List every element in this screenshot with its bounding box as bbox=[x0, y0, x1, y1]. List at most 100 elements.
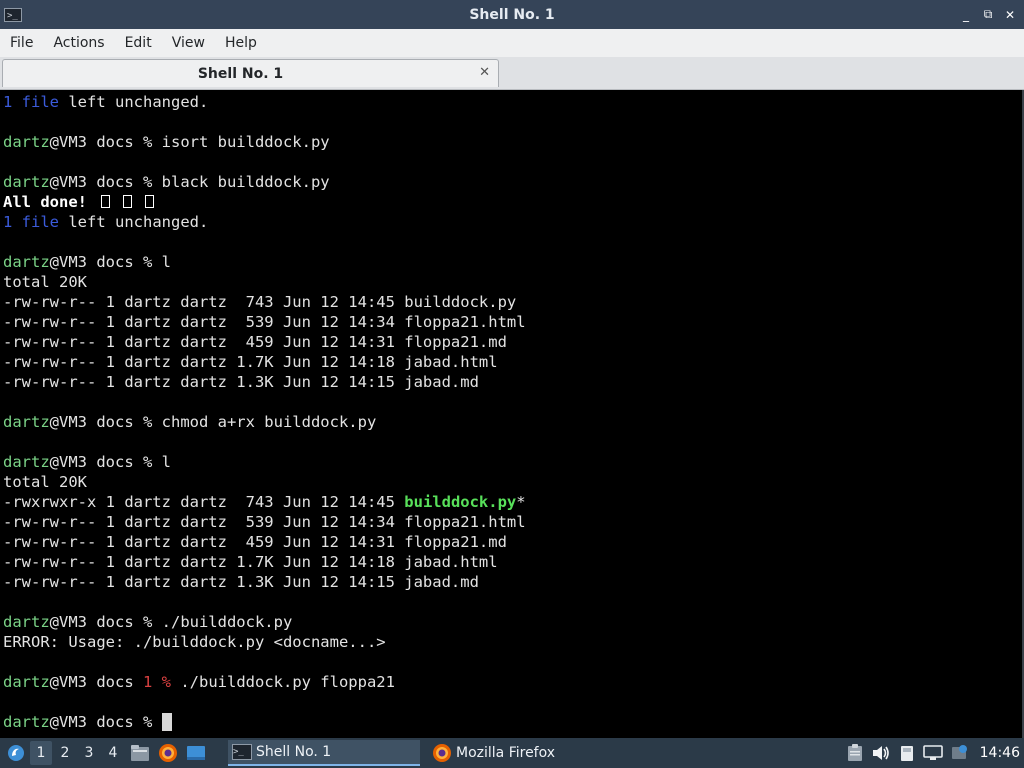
terminal-line: -rw-rw-r-- 1 dartz dartz 743 Jun 12 14:4… bbox=[3, 292, 526, 312]
update-tray[interactable] bbox=[946, 740, 972, 766]
terminal-cursor bbox=[161, 713, 172, 731]
minimize-button[interactable]: _ bbox=[958, 7, 974, 23]
terminal-text: builddock.py bbox=[404, 493, 517, 511]
terminal-text: @VM3 docs % black builddock.py bbox=[49, 173, 330, 191]
terminal-line: -rw-rw-r-- 1 dartz dartz 1.7K Jun 12 14:… bbox=[3, 552, 526, 572]
terminal-text: @VM3 docs bbox=[49, 673, 143, 691]
terminal-line: -rw-rw-r-- 1 dartz dartz 1.7K Jun 12 14:… bbox=[3, 352, 526, 372]
terminal-text: dartz bbox=[3, 253, 50, 271]
terminal-text: dartz bbox=[3, 133, 50, 151]
terminal-text: All done! bbox=[3, 193, 97, 211]
maximize-button[interactable]: ⧉ bbox=[980, 7, 996, 23]
terminal-line: 1 file left unchanged. bbox=[3, 92, 526, 112]
file-manager-launcher[interactable] bbox=[128, 741, 152, 765]
terminal-text: total 20K bbox=[3, 473, 87, 491]
terminal-text: -rw-rw-r-- 1 dartz dartz 459 Jun 12 14:3… bbox=[3, 333, 507, 351]
start-menu-button[interactable] bbox=[4, 741, 28, 765]
menu-actions[interactable]: Actions bbox=[43, 35, 114, 51]
file-manager-icon bbox=[131, 745, 149, 761]
system-tray: 14:46 bbox=[842, 738, 1024, 768]
terminal-text: total 20K bbox=[3, 273, 87, 291]
workspace-4[interactable]: 4 bbox=[102, 741, 124, 765]
clipboard-icon bbox=[847, 744, 862, 761]
terminal-text: @VM3 docs % l bbox=[49, 253, 171, 271]
terminal-line: dartz@VM3 docs % isort builddock.py bbox=[3, 132, 526, 152]
terminal-line: -rwxrwxr-x 1 dartz dartz 743 Jun 12 14:4… bbox=[3, 492, 526, 512]
terminal-text: -rw-rw-r-- 1 dartz dartz 1.7K Jun 12 14:… bbox=[3, 553, 498, 571]
terminal-line: ERROR: Usage: ./builddock.py <docname...… bbox=[3, 632, 526, 652]
terminal-text: -rw-rw-r-- 1 dartz dartz 539 Jun 12 14:3… bbox=[3, 313, 526, 331]
terminal-text: @VM3 docs % bbox=[49, 713, 162, 731]
terminal-text: dartz bbox=[3, 173, 50, 191]
menu-help[interactable]: Help bbox=[215, 35, 267, 51]
terminal-text: 1 file bbox=[3, 93, 59, 111]
terminal-line: -rw-rw-r-- 1 dartz dartz 459 Jun 12 14:3… bbox=[3, 332, 526, 352]
terminal-text: * bbox=[516, 493, 526, 511]
terminal-text: @VM3 docs % l bbox=[49, 453, 171, 471]
workspace-3[interactable]: 3 bbox=[78, 741, 100, 765]
terminal-text: @VM3 docs % chmod a+rx builddock.py bbox=[49, 413, 377, 431]
terminal-text: dartz bbox=[3, 673, 50, 691]
terminal-line: dartz@VM3 docs % l bbox=[3, 452, 526, 472]
terminal-icon: >_ bbox=[232, 744, 252, 760]
terminal-text: -rw-rw-r-- 1 dartz dartz 539 Jun 12 14:3… bbox=[3, 513, 526, 531]
terminal-text: -rw-rw-r-- 1 dartz dartz 1.3K Jun 12 14:… bbox=[3, 573, 479, 591]
tab-close-icon[interactable]: ✕ bbox=[479, 65, 490, 80]
update-icon bbox=[951, 745, 967, 759]
window-titlebar[interactable]: >_ Shell No. 1 _ ⧉ ✕ bbox=[0, 0, 1024, 29]
task-shell-1[interactable]: >_ Shell No. 1 bbox=[228, 740, 420, 766]
terminal-text: left unchanged. bbox=[59, 213, 209, 231]
task-label-shell: Shell No. 1 bbox=[256, 744, 332, 760]
terminal-line: -rw-rw-r-- 1 dartz dartz 459 Jun 12 14:3… bbox=[3, 532, 526, 552]
clock[interactable]: 14:46 bbox=[980, 745, 1020, 761]
terminal-text: dartz bbox=[3, 613, 50, 631]
terminal-line: -rw-rw-r-- 1 dartz dartz 1.3K Jun 12 14:… bbox=[3, 572, 526, 592]
terminal-line: All done! bbox=[3, 192, 526, 212]
terminal-text: -rw-rw-r-- 1 dartz dartz 743 Jun 12 14:4… bbox=[3, 293, 517, 311]
terminal-output[interactable]: 1 file left unchanged. dartz@VM3 docs % i… bbox=[0, 90, 1024, 738]
removable-media-tray[interactable] bbox=[894, 740, 920, 766]
terminal-line: dartz@VM3 docs % ./builddock.py bbox=[3, 612, 526, 632]
terminal-line: 1 file left unchanged. bbox=[3, 212, 526, 232]
terminal-text: ./builddock.py floppa21 bbox=[171, 673, 395, 691]
taskbar: 1 2 3 4 >_ Shell No. 1 Mozilla Firefox 1… bbox=[0, 738, 1024, 768]
close-button[interactable]: ✕ bbox=[1002, 7, 1018, 23]
terminal-line: dartz@VM3 docs 1 % ./builddock.py floppa… bbox=[3, 672, 526, 692]
workspace-2[interactable]: 2 bbox=[54, 741, 76, 765]
menu-bar: File Actions Edit View Help bbox=[0, 29, 1024, 57]
clipboard-tray[interactable] bbox=[842, 740, 868, 766]
task-label-firefox: Mozilla Firefox bbox=[456, 745, 556, 761]
menu-view[interactable]: View bbox=[162, 35, 215, 51]
tab-shell-1[interactable]: Shell No. 1 ✕ bbox=[2, 59, 499, 87]
terminal-app-icon[interactable]: >_ bbox=[4, 7, 22, 22]
terminal-lines: 1 file left unchanged. dartz@VM3 docs % i… bbox=[3, 92, 526, 732]
missing-glyph-icon bbox=[145, 195, 155, 208]
terminal-line: -rw-rw-r-- 1 dartz dartz 1.3K Jun 12 14:… bbox=[3, 372, 526, 392]
network-icon bbox=[922, 745, 943, 760]
terminal-text: 1 % bbox=[143, 673, 171, 691]
network-tray[interactable] bbox=[920, 740, 946, 766]
menu-edit[interactable]: Edit bbox=[115, 35, 162, 51]
terminal-line: dartz@VM3 docs % black builddock.py bbox=[3, 172, 526, 192]
terminal-text: 1 file bbox=[3, 213, 59, 231]
volume-tray[interactable] bbox=[868, 740, 894, 766]
terminal-text: -rw-rw-r-- 1 dartz dartz 1.7K Jun 12 14:… bbox=[3, 353, 498, 371]
terminal-text: dartz bbox=[3, 453, 50, 471]
firefox-launcher[interactable] bbox=[156, 741, 180, 765]
removable-media-icon bbox=[900, 746, 913, 761]
task-firefox[interactable]: Mozilla Firefox bbox=[426, 740, 622, 766]
terminal-text: @VM3 docs % isort builddock.py bbox=[49, 133, 330, 151]
show-desktop-launcher[interactable] bbox=[184, 741, 208, 765]
terminal-line: total 20K bbox=[3, 472, 526, 492]
terminal-line: dartz@VM3 docs % chmod a+rx builddock.py bbox=[3, 412, 526, 432]
terminal-line: dartz@VM3 docs % bbox=[3, 712, 526, 732]
workspace-1[interactable]: 1 bbox=[30, 741, 52, 765]
terminal-text: -rwxrwxr-x 1 dartz dartz 743 Jun 12 14:4… bbox=[3, 493, 405, 511]
menu-file[interactable]: File bbox=[0, 35, 43, 51]
